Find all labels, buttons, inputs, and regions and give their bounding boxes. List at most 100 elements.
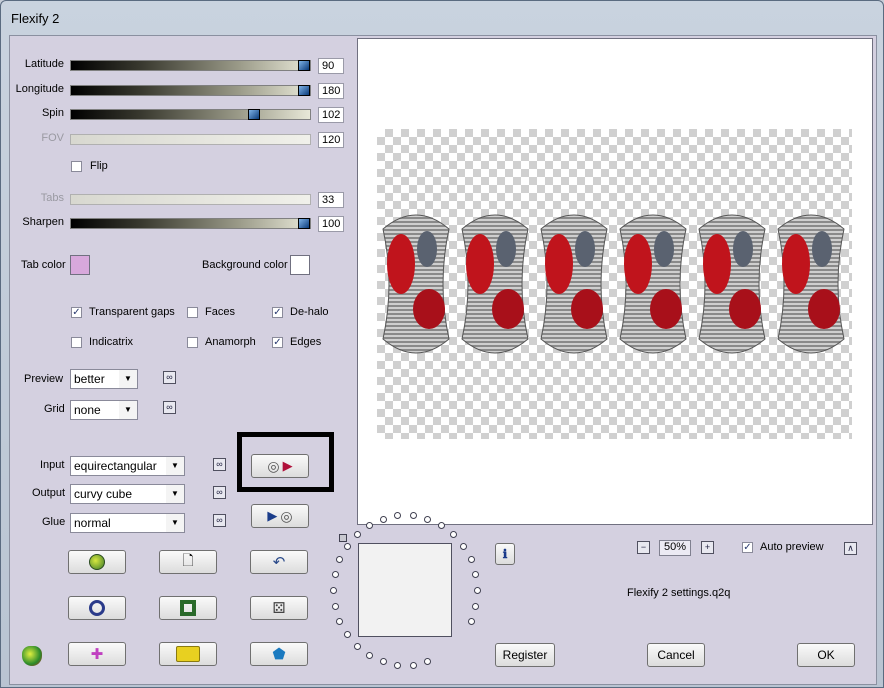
dial-dot[interactable] xyxy=(409,661,417,669)
pentagon-button[interactable]: ⬟ xyxy=(250,642,308,666)
slider-track[interactable] xyxy=(70,85,311,96)
slider-track[interactable] xyxy=(70,134,311,145)
slider-label: Tabs xyxy=(40,192,64,204)
grid-label: Grid xyxy=(44,403,65,415)
chain-link-icon[interactable]: ∞ xyxy=(163,401,176,414)
slider-value-field[interactable]: 33 xyxy=(318,192,344,208)
slider-value-field[interactable]: 100 xyxy=(318,216,344,232)
preview-grey-swirl xyxy=(496,231,516,267)
preview-select[interactable]: better ▼ xyxy=(70,369,138,389)
slider-thumb[interactable] xyxy=(248,109,260,120)
slider-track[interactable] xyxy=(70,109,311,120)
dial-dot[interactable] xyxy=(353,642,361,650)
cross-tile-button[interactable]: ✚ xyxy=(68,642,126,666)
dial-dot[interactable] xyxy=(331,571,339,579)
slider-thumb[interactable] xyxy=(298,60,310,71)
chain-link-icon[interactable]: ∞ xyxy=(163,371,176,384)
chain-link-icon[interactable]: ∞ xyxy=(213,514,226,527)
slider-track[interactable] xyxy=(70,60,311,71)
corner-marker xyxy=(339,534,347,542)
globe-button[interactable] xyxy=(68,550,126,574)
chevron-down-icon: ▼ xyxy=(119,401,137,419)
dial-dot[interactable] xyxy=(343,542,351,550)
slider-value-field[interactable]: 180 xyxy=(318,83,344,99)
chain-link-icon[interactable]: ∞ xyxy=(213,458,226,471)
cross-tile-icon: ✚ xyxy=(90,646,104,663)
cancel-button[interactable]: Cancel xyxy=(647,643,705,667)
flip-label: Flip xyxy=(90,160,108,172)
random-button[interactable]: ⚄ xyxy=(250,596,308,620)
transparent-gaps-checkbox[interactable]: ✓ xyxy=(71,307,82,318)
edges-checkbox[interactable]: ✓ xyxy=(272,337,283,348)
slider-track[interactable] xyxy=(70,218,311,229)
input-to-output-button[interactable]: ◎ ▶ xyxy=(251,454,309,478)
dial-dot[interactable] xyxy=(379,515,387,523)
window-title: Flexify 2 xyxy=(11,11,60,26)
indicatrix-checkbox[interactable] xyxy=(71,337,82,348)
output-to-input-button[interactable]: ▶ ◎ xyxy=(251,504,309,528)
preview-red-swirl xyxy=(571,289,603,329)
zoom-out-icon[interactable]: − xyxy=(637,541,650,554)
reset-button[interactable]: ↶ xyxy=(250,550,308,574)
dial-dot[interactable] xyxy=(474,587,481,594)
slider-thumb[interactable] xyxy=(298,218,310,229)
dial-dot[interactable] xyxy=(467,617,475,625)
preview-grey-swirl xyxy=(812,231,832,267)
preview-pane[interactable] xyxy=(357,38,873,525)
collapse-icon[interactable]: ∧ xyxy=(844,542,857,555)
dial-dot[interactable] xyxy=(424,515,432,523)
indicatrix-label: Indicatrix xyxy=(89,336,134,348)
register-button[interactable]: Register xyxy=(495,643,555,667)
zoom-value[interactable]: 50% xyxy=(659,540,691,556)
dial-dot[interactable] xyxy=(330,587,337,594)
auto-preview-checkbox[interactable]: ✓ xyxy=(742,542,753,553)
input-select[interactable]: equirectangular ▼ xyxy=(70,456,185,476)
title-bar[interactable]: Flexify 2 xyxy=(1,1,884,35)
anamorph-checkbox[interactable] xyxy=(187,337,198,348)
info-icon: ℹ xyxy=(502,547,508,561)
glue-select[interactable]: normal ▼ xyxy=(70,513,185,533)
dial-dot[interactable] xyxy=(366,651,373,659)
faces-checkbox[interactable] xyxy=(187,307,198,318)
de-halo-checkbox[interactable]: ✓ xyxy=(272,307,283,318)
play-icon: ▶ xyxy=(267,508,278,523)
grid-select-value: none xyxy=(74,403,101,417)
gem-icon[interactable] xyxy=(22,646,42,666)
chevron-down-icon: ▼ xyxy=(119,370,137,388)
preset-thumbnail[interactable] xyxy=(358,543,452,637)
disc-icon: ◎ xyxy=(267,457,280,474)
dice-icon: ⚄ xyxy=(272,600,286,617)
slider-value-field[interactable]: 102 xyxy=(318,107,344,123)
background-color-swatch[interactable] xyxy=(290,255,310,275)
dial-dot[interactable] xyxy=(336,617,344,625)
dial-dot[interactable] xyxy=(366,522,373,530)
flip-checkbox[interactable] xyxy=(71,161,82,172)
brick-button[interactable] xyxy=(159,642,217,666)
dial-dot[interactable] xyxy=(331,602,339,610)
slider-track[interactable] xyxy=(70,194,311,205)
slider-value-field[interactable]: 90 xyxy=(318,58,344,74)
glue-label: Glue xyxy=(42,516,66,528)
dial-dot[interactable] xyxy=(438,522,445,530)
anamorph-label: Anamorph xyxy=(205,336,256,348)
tab-color-swatch[interactable] xyxy=(70,255,90,275)
slider-thumb[interactable] xyxy=(298,85,310,96)
preview-red-swirl xyxy=(545,234,573,294)
chain-link-icon[interactable]: ∞ xyxy=(213,486,226,499)
zoom-in-icon[interactable]: + xyxy=(701,541,714,554)
background-color-label: Background color xyxy=(202,259,288,271)
grid-select[interactable]: none ▼ xyxy=(70,400,138,420)
dial-dot[interactable] xyxy=(472,602,480,610)
preview-red-swirl xyxy=(624,234,652,294)
ring-icon xyxy=(89,600,105,616)
info-button[interactable]: ℹ xyxy=(495,543,515,565)
new-button[interactable]: 🗋 xyxy=(159,550,217,574)
square-button[interactable] xyxy=(159,596,217,620)
slider-value-field[interactable]: 120 xyxy=(318,132,344,148)
dial-dot[interactable] xyxy=(343,631,351,639)
dial-dot[interactable] xyxy=(409,512,417,520)
ring-button[interactable] xyxy=(68,596,126,620)
ok-button[interactable]: OK xyxy=(797,643,855,667)
input-label: Input xyxy=(40,459,65,471)
output-select[interactable]: curvy cube ▼ xyxy=(70,484,185,504)
